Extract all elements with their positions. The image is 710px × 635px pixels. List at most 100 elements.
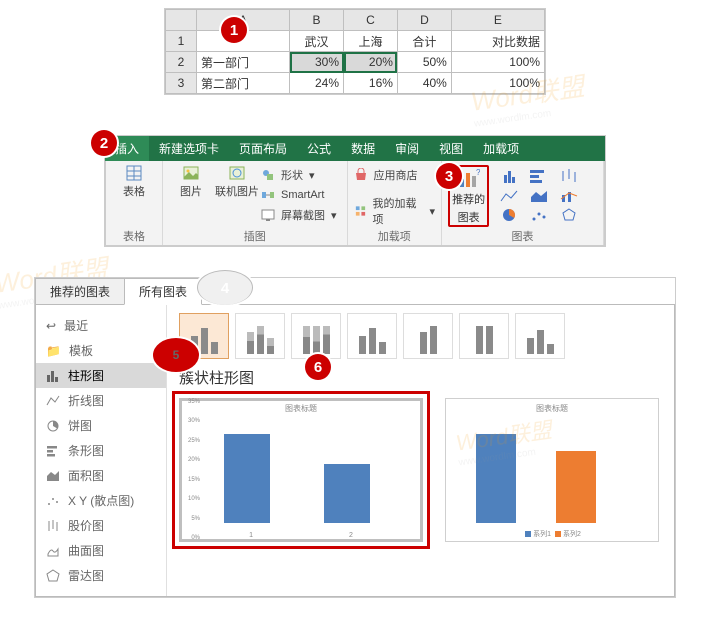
chart-btn-bar[interactable] xyxy=(525,165,553,183)
tab-data[interactable]: 数据 xyxy=(341,136,385,161)
btn-online-picture-label: 联机图片 xyxy=(215,183,259,199)
preview-2-legend: 系列1 系列2 xyxy=(446,529,658,539)
cat-templates[interactable]: 📁模板 xyxy=(36,338,166,363)
table-icon xyxy=(126,165,142,181)
cat-scatter[interactable]: X Y (散点图) xyxy=(36,488,166,513)
group-tables: 表格 表格 xyxy=(106,161,163,245)
chart-btn-line[interactable] xyxy=(495,185,523,203)
btn-table-label: 表格 xyxy=(123,183,145,199)
cat-line[interactable]: 折线图 xyxy=(36,388,166,413)
col-E[interactable]: E xyxy=(451,10,544,31)
chart-btn-radar[interactable] xyxy=(555,205,583,223)
btn-picture-label: 图片 xyxy=(180,183,202,199)
group-illus-label: 插图 xyxy=(163,228,347,244)
cat-radar[interactable]: 雷达图 xyxy=(36,563,166,588)
cell-C1[interactable]: 上海 xyxy=(344,31,398,52)
btn-picture[interactable]: 图片 xyxy=(169,165,213,225)
tab-all-charts[interactable]: 所有图表 xyxy=(124,278,202,305)
cell-C2[interactable]: 20% xyxy=(344,52,398,73)
col-B[interactable]: B xyxy=(290,10,344,31)
chart-btn-area[interactable] xyxy=(525,185,553,203)
btn-online-picture[interactable]: 联机图片 xyxy=(215,165,259,225)
tab-addins[interactable]: 加载项 xyxy=(473,136,529,161)
chart-btn-combo[interactable] xyxy=(555,185,583,203)
dialog-body: ↩最近 📁模板 柱形图 折线图 饼图 条形图 面积图 X Y (散点图) 股价图… xyxy=(35,305,675,597)
pie-chart-icon xyxy=(501,207,517,223)
btn-my-addins[interactable]: 我的加载项 ▾ xyxy=(354,195,436,227)
col-C[interactable]: C xyxy=(344,10,398,31)
cat-recent[interactable]: ↩最近 xyxy=(36,313,166,338)
cell-E3[interactable]: 100% xyxy=(451,73,544,94)
row-2-head[interactable]: 2 xyxy=(166,52,197,73)
cell-D2[interactable]: 50% xyxy=(397,52,451,73)
btn-table[interactable]: 表格 xyxy=(112,165,156,199)
cat-pie[interactable]: 饼图 xyxy=(36,413,166,438)
cat-area[interactable]: 面积图 xyxy=(36,463,166,488)
subtype-3d-column[interactable] xyxy=(515,313,565,359)
row-3-head[interactable]: 3 xyxy=(166,73,197,94)
tab-new[interactable]: 新建选项卡 xyxy=(149,136,229,161)
cell-D3[interactable]: 40% xyxy=(397,73,451,94)
btn-store[interactable]: 应用商店 xyxy=(354,167,436,183)
subtype-3d-stacked[interactable] xyxy=(403,313,453,359)
tab-review[interactable]: 审阅 xyxy=(385,136,429,161)
cat-stock[interactable]: 股价图 xyxy=(36,513,166,538)
tab-view[interactable]: 视图 xyxy=(429,136,473,161)
corner-cell[interactable] xyxy=(166,10,197,31)
cell-A3[interactable]: 第二部门 xyxy=(197,73,290,94)
group-illustrations: 图片 联机图片 形状 ▾ SmartArt 屏幕截图 ▾ 插图 xyxy=(163,161,348,245)
cell-B3[interactable]: 24% xyxy=(290,73,344,94)
cell-E1[interactable]: 对比数据 xyxy=(451,31,544,52)
cat-bar[interactable]: 条形图 xyxy=(36,438,166,463)
col-D[interactable]: D xyxy=(397,10,451,31)
tab-formula[interactable]: 公式 xyxy=(297,136,341,161)
row-1-head[interactable]: 1 xyxy=(166,31,197,52)
preview-1-bar-2 xyxy=(324,464,370,523)
preview-1-bar-1 xyxy=(224,434,270,523)
shapes-icon xyxy=(261,168,275,182)
chart-preview-2[interactable]: 图表标题 系列1 系列2 Word联盟www.wordlm.com xyxy=(445,398,659,542)
chart-btn-scatter[interactable] xyxy=(525,205,553,223)
area-chart-icon xyxy=(530,189,548,203)
preview-1-title: 图表标题 xyxy=(180,403,422,414)
area-chart-icon xyxy=(46,469,60,483)
cell-B2[interactable]: 30% xyxy=(290,52,344,73)
line-chart-icon xyxy=(500,189,518,203)
group-charts-label: 图表 xyxy=(442,228,603,244)
cat-column[interactable]: 柱形图 xyxy=(36,363,166,388)
cell-E2[interactable]: 100% xyxy=(451,52,544,73)
chart-btn-stock[interactable] xyxy=(555,165,583,183)
preview-1-yaxis: 35%30%25%20%15%10%5%0% xyxy=(180,399,200,541)
preview-2-title: 图表标题 xyxy=(446,403,658,414)
subtype-stacked-column[interactable] xyxy=(235,313,285,359)
btn-smartart[interactable]: SmartArt xyxy=(261,188,337,202)
subtype-100stacked-column[interactable] xyxy=(291,313,341,359)
ribbon-tabs: 插入 新建选项卡 页面布局 公式 数据 审阅 视图 加载项 xyxy=(105,136,605,161)
cell-A2[interactable]: 第一部门 xyxy=(197,52,290,73)
chart-btn-column[interactable] xyxy=(495,165,523,183)
bar-chart-icon xyxy=(530,169,548,183)
tab-recommended-charts[interactable]: 推荐的图表 xyxy=(35,278,125,304)
btn-screenshot[interactable]: 屏幕截图 ▾ xyxy=(261,207,337,223)
chevron-down-icon: ▾ xyxy=(430,205,436,218)
spreadsheet-table[interactable]: A B C D E 1 武汉 上海 合计 对比数据 2 第一部门 30% 20%… xyxy=(165,9,545,94)
btn-shapes[interactable]: 形状 ▾ xyxy=(261,167,337,183)
preview-2-bar-s1 xyxy=(476,434,516,523)
chart-btn-pie[interactable] xyxy=(495,205,523,223)
chart-type-grid xyxy=(495,165,583,223)
chart-preview-1[interactable]: 图表标题 35%30%25%20%15%10%5%0% 12 xyxy=(179,398,423,542)
cell-C3[interactable]: 16% xyxy=(344,73,398,94)
smartart-icon xyxy=(261,188,275,202)
cat-surface[interactable]: 曲面图 xyxy=(36,538,166,563)
badge-1: 1 xyxy=(221,17,247,43)
combo-chart-icon xyxy=(560,189,578,203)
cell-D1[interactable]: 合计 xyxy=(397,31,451,52)
badge-3: 3 xyxy=(436,163,462,189)
cell-B1[interactable]: 武汉 xyxy=(290,31,344,52)
bar-chart-icon xyxy=(46,444,60,458)
subtype-3d-clustered[interactable] xyxy=(347,313,397,359)
subtype-3d-100stacked[interactable] xyxy=(459,313,509,359)
tab-layout[interactable]: 页面布局 xyxy=(229,136,297,161)
subtype-title: 簇状柱形图 xyxy=(179,367,662,388)
subtype-row xyxy=(179,313,662,359)
